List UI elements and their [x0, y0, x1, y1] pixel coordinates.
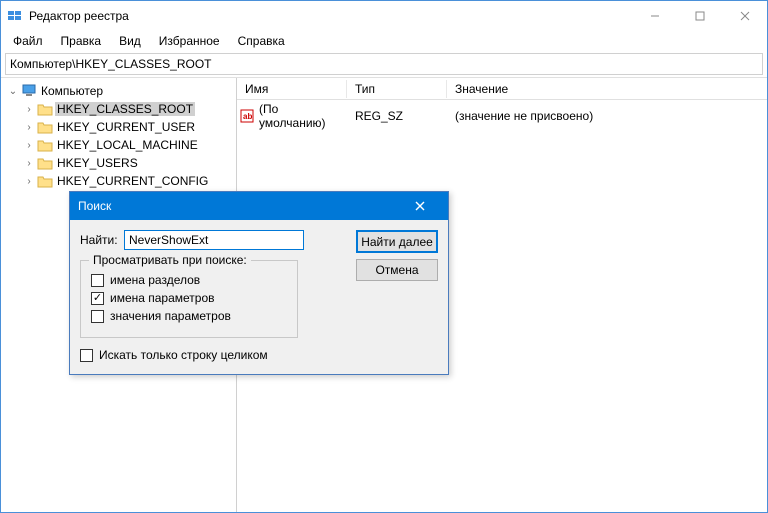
tree-root[interactable]: ⌄ Компьютер [3, 82, 234, 100]
tree-item-hku[interactable]: › HKEY_USERS [3, 154, 234, 172]
checkbox-whole-label: Искать только строку целиком [99, 348, 268, 362]
checkbox-values-label: имена параметров [110, 291, 215, 305]
tree-item-hkcu[interactable]: › HKEY_CURRENT_USER [3, 118, 234, 136]
registry-editor-window: Редактор реестра Файл Правка Вид Избранн… [0, 0, 768, 513]
tree-item-label: HKEY_CLASSES_ROOT [55, 102, 195, 116]
groupbox-legend: Просматривать при поиске: [89, 253, 251, 267]
tree-item-hkcc[interactable]: › HKEY_CURRENT_CONFIG [3, 172, 234, 190]
menu-file[interactable]: Файл [5, 32, 51, 50]
menubar: Файл Правка Вид Избранное Справка [1, 31, 767, 51]
menu-favorites[interactable]: Избранное [151, 32, 228, 50]
minimize-button[interactable] [632, 1, 677, 31]
close-button[interactable] [722, 1, 767, 31]
computer-icon [21, 83, 37, 100]
find-dialog: Поиск Найти далее Отмена Найти: Просматр… [69, 191, 449, 375]
cell-type: REG_SZ [347, 109, 447, 123]
look-at-groupbox: Просматривать при поиске: имена разделов… [80, 260, 298, 338]
list-header: Имя Тип Значение [237, 78, 767, 100]
checkbox-whole-row[interactable]: Искать только строку целиком [80, 348, 438, 362]
tree-item-label: HKEY_CURRENT_USER [55, 120, 197, 134]
tree-root-label: Компьютер [39, 84, 105, 98]
titlebar: Редактор реестра [1, 1, 767, 31]
window-controls [632, 1, 767, 31]
find-next-button[interactable]: Найти далее [356, 230, 438, 253]
tree-item-hkcr[interactable]: › HKEY_CLASSES_ROOT [3, 100, 234, 118]
dialog-titlebar: Поиск [70, 192, 448, 220]
checkbox-values-row[interactable]: имена параметров [91, 291, 287, 305]
dialog-close-button[interactable] [400, 192, 440, 220]
menu-help[interactable]: Справка [230, 32, 293, 50]
checkbox-data-row[interactable]: значения параметров [91, 309, 287, 323]
tree-item-label: HKEY_LOCAL_MACHINE [55, 138, 200, 152]
folder-icon [37, 174, 53, 188]
find-input[interactable] [124, 230, 304, 250]
checkbox-icon [80, 349, 93, 362]
checkbox-data-label: значения параметров [110, 309, 231, 323]
cell-name: (По умолчанию) [257, 102, 347, 130]
folder-icon [37, 156, 53, 170]
cancel-button[interactable]: Отмена [356, 259, 438, 281]
tree-item-label: HKEY_USERS [55, 156, 140, 170]
expander-icon[interactable]: › [23, 122, 35, 133]
checkbox-icon [91, 274, 104, 287]
dialog-body: Найти далее Отмена Найти: Просматривать … [70, 220, 448, 374]
string-value-icon: ab [237, 109, 257, 123]
expander-icon[interactable]: › [23, 104, 35, 115]
tree-item-label: HKEY_CURRENT_CONFIG [55, 174, 210, 188]
column-header-value[interactable]: Значение [447, 80, 767, 98]
tree-item-hklm[interactable]: › HKEY_LOCAL_MACHINE [3, 136, 234, 154]
expander-icon[interactable]: › [23, 158, 35, 169]
maximize-button[interactable] [677, 1, 722, 31]
expander-icon[interactable]: ⌄ [7, 86, 19, 97]
checkbox-icon [91, 292, 104, 305]
dialog-title-text: Поиск [78, 199, 111, 213]
column-header-type[interactable]: Тип [347, 80, 447, 98]
find-label: Найти: [80, 233, 118, 247]
cell-value: (значение не присвоено) [447, 109, 767, 123]
address-bar[interactable]: Компьютер\HKEY_CLASSES_ROOT [5, 53, 763, 75]
folder-icon [37, 138, 53, 152]
window-title: Редактор реестра [29, 9, 632, 23]
app-icon [7, 8, 23, 24]
checkbox-icon [91, 310, 104, 323]
menu-view[interactable]: Вид [111, 32, 149, 50]
folder-icon [37, 120, 53, 134]
checkbox-keys-row[interactable]: имена разделов [91, 273, 287, 287]
checkbox-keys-label: имена разделов [110, 273, 200, 287]
expander-icon[interactable]: › [23, 140, 35, 151]
folder-icon [37, 102, 53, 116]
expander-icon[interactable]: › [23, 176, 35, 187]
list-row[interactable]: ab (По умолчанию) REG_SZ (значение не пр… [237, 100, 767, 132]
svg-text:ab: ab [243, 112, 252, 121]
column-header-name[interactable]: Имя [237, 80, 347, 98]
menu-edit[interactable]: Правка [53, 32, 110, 50]
